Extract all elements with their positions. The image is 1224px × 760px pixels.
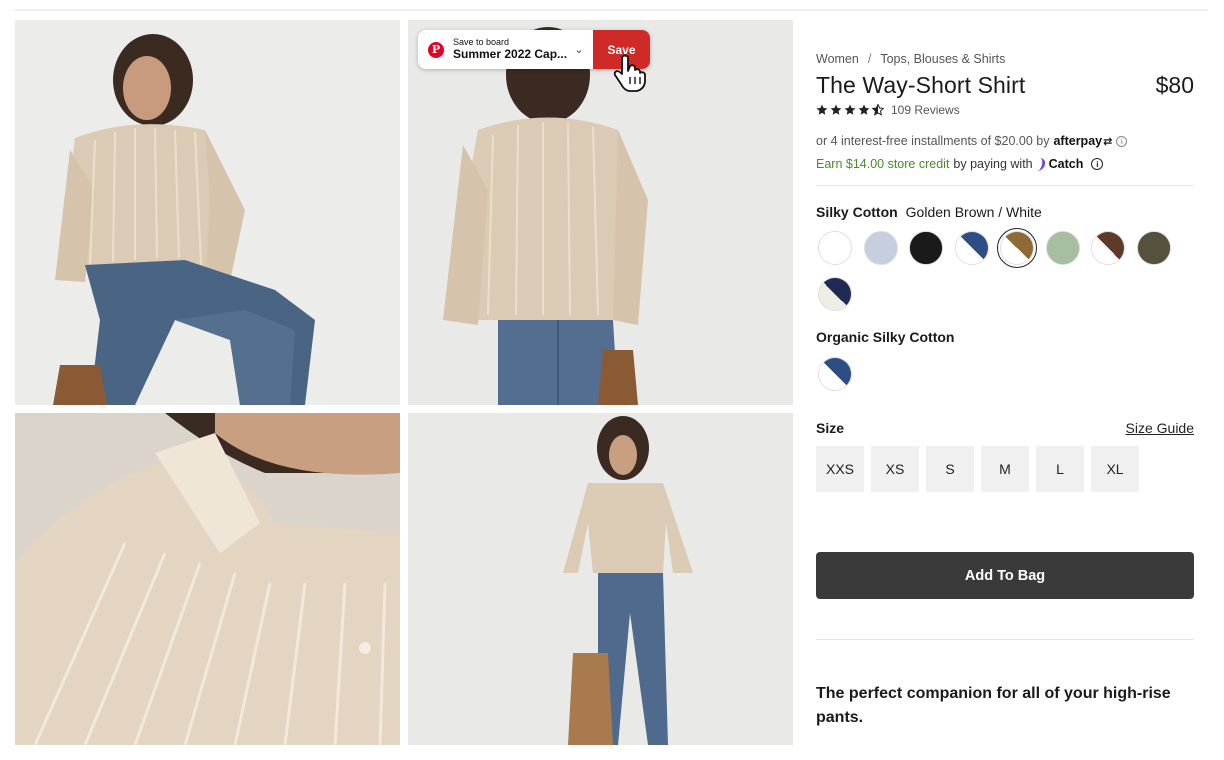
add-to-bag-button[interactable]: Add To Bag <box>816 552 1194 599</box>
breadcrumb-women[interactable]: Women <box>816 52 859 66</box>
size-option-s[interactable]: S <box>926 446 974 492</box>
breadcrumb-separator: / <box>867 52 872 66</box>
color-swatch-dark-navy-cream[interactable] <box>818 277 852 311</box>
section-divider <box>816 185 1194 186</box>
organic-fabric-label: Organic Silky Cotton <box>816 329 955 345</box>
paying-with-text: by paying with <box>953 157 1033 171</box>
breadcrumb-tops[interactable]: Tops, Blouses & Shirts <box>880 52 1005 66</box>
info-icon[interactable]: i <box>1116 135 1128 147</box>
afterpay-text: or 4 interest-free installments of $20.0… <box>816 134 1050 148</box>
afterpay-arrows-icon: ⇄ <box>1103 135 1113 148</box>
size-options: XXS XS S M L XL <box>816 446 1194 492</box>
board-name: Summer 2022 Cap... <box>453 46 568 61</box>
board-selector[interactable]: Save to board Summer 2022 Cap... <box>453 37 571 61</box>
catch-row: Earn $14.00 store credit by paying with … <box>816 157 1194 171</box>
product-tagline: The perfect companion for all of your hi… <box>816 685 1171 726</box>
pinterest-logo-icon: P <box>428 41 444 58</box>
color-swatch-light-blue[interactable] <box>863 231 898 265</box>
product-photo-back[interactable] <box>408 20 793 405</box>
star-icon <box>816 104 828 115</box>
star-rating <box>816 104 884 116</box>
info-icon[interactable]: i <box>1091 158 1104 170</box>
size-option-xs[interactable]: XS <box>871 446 919 492</box>
product-photo-full[interactable] <box>408 413 793 745</box>
color-swatches-organic <box>818 357 1190 391</box>
title-row: The Way-Short Shirt $80 <box>816 72 1194 99</box>
product-details-panel: Women / Tops, Blouses & Shirts The Way-S… <box>816 52 1194 730</box>
swatch-fill <box>819 232 851 264</box>
color-swatch-golden-brown-white[interactable] <box>997 228 1037 268</box>
catch-logo-text: Catch <box>1048 157 1084 171</box>
half-star-icon <box>872 104 884 116</box>
swatch-fill <box>910 232 942 264</box>
color-swatch-olive[interactable] <box>1136 231 1171 265</box>
swatch-fill <box>864 232 897 264</box>
product-photo-detail[interactable] <box>15 413 400 745</box>
star-icon <box>830 104 842 115</box>
top-divider <box>14 9 1208 11</box>
fabric-label: Silky Cotton <box>816 204 898 220</box>
reviews-link[interactable]: 109 Reviews <box>891 103 960 117</box>
catch-mark-icon <box>1035 157 1047 171</box>
afterpay-row: or 4 interest-free installments of $20.0… <box>816 134 1194 148</box>
color-swatch-navy-white[interactable] <box>954 231 989 265</box>
color-swatch-sage[interactable] <box>1045 231 1080 265</box>
color-swatches-silky <box>818 228 1190 311</box>
size-option-l[interactable]: L <box>1036 446 1084 492</box>
swatch-fill <box>1001 232 1033 264</box>
size-option-xxs[interactable]: XXS <box>816 446 864 492</box>
color-heading: Silky Cotton Golden Brown / White <box>816 204 1194 220</box>
chevron-down-icon[interactable]: ⌄ <box>571 43 587 56</box>
size-heading-row: Size Size Guide <box>816 420 1194 436</box>
product-photo-front[interactable] <box>15 20 400 405</box>
selected-color-name: Golden Brown / White <box>905 204 1042 220</box>
star-icon <box>858 104 870 115</box>
product-title: The Way-Short Shirt <box>816 72 1026 98</box>
color-swatch-brown-white[interactable] <box>1091 231 1125 265</box>
size-option-m[interactable]: M <box>981 446 1029 492</box>
afterpay-logo: afterpay <box>1053 134 1103 148</box>
color-swatch-navy-white[interactable] <box>818 357 852 391</box>
breadcrumb: Women / Tops, Blouses & Shirts <box>816 52 1194 66</box>
product-gallery <box>15 20 793 745</box>
catch-logo: Catch <box>1035 157 1084 171</box>
hand-cursor-icon <box>613 54 646 92</box>
rating-row[interactable]: 109 Reviews <box>816 103 1194 117</box>
store-credit-text: Earn $14.00 store credit <box>816 157 950 171</box>
product-price: $80 <box>1155 72 1194 98</box>
color-swatch-black[interactable] <box>909 231 943 265</box>
swatch-fill <box>1046 232 1079 264</box>
swatch-fill <box>819 278 851 310</box>
swatch-fill <box>1137 232 1170 264</box>
star-icon <box>844 104 856 115</box>
swatch-fill <box>955 232 988 264</box>
section-divider <box>816 639 1194 640</box>
swatch-fill <box>819 358 851 390</box>
color-swatch-white[interactable] <box>818 231 852 265</box>
swatch-fill <box>1092 232 1124 264</box>
size-label: Size <box>816 420 845 436</box>
size-option-xl[interactable]: XL <box>1091 446 1139 492</box>
size-guide-link[interactable]: Size Guide <box>1126 420 1194 436</box>
